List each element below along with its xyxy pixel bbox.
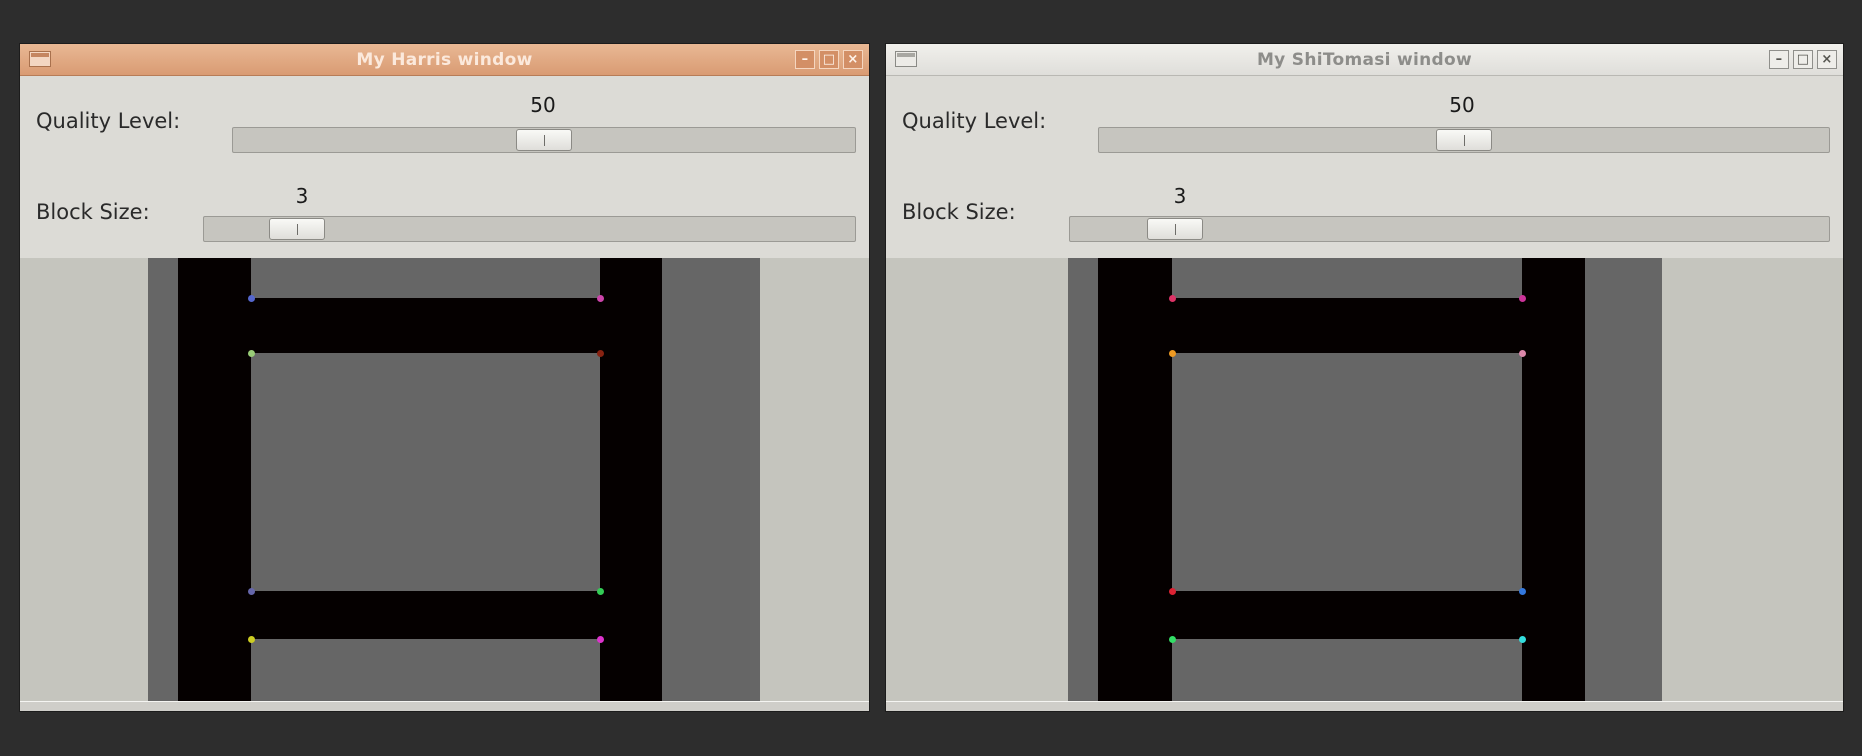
corner-point [1169, 350, 1176, 357]
quality-level-thumb[interactable] [516, 129, 572, 151]
window-title: My ShiTomasi window [1256, 49, 1473, 70]
window-title: My Harris window [356, 49, 533, 70]
block-size-slider[interactable] [1069, 216, 1830, 242]
corner-point [1169, 636, 1176, 643]
corner-point [1519, 636, 1526, 643]
maximize-icon[interactable]: □ [819, 50, 839, 69]
image-middle-window [251, 353, 600, 591]
block-size-label: Block Size: [902, 200, 1016, 224]
corner-point [1169, 588, 1176, 595]
close-icon[interactable]: × [843, 50, 863, 69]
corner-point [597, 295, 604, 302]
quality-level-label: Quality Level: [36, 109, 181, 133]
image-top-window [1172, 258, 1522, 298]
corner-point [1519, 350, 1526, 357]
block-size-thumb[interactable] [269, 218, 325, 240]
image-bottom-window [251, 639, 600, 702]
corner-point [1519, 295, 1526, 302]
image-middle-window [1172, 353, 1522, 591]
block-size-slider[interactable] [203, 216, 856, 242]
corner-point [597, 588, 604, 595]
harris-titlebar[interactable]: My Harris window – □ × [20, 44, 869, 76]
window-menu-icon[interactable] [29, 51, 51, 67]
quality-level-thumb[interactable] [1436, 129, 1492, 151]
quality-level-value: 50 [1449, 93, 1475, 117]
statusbar [20, 701, 869, 711]
corner-point [248, 295, 255, 302]
quality-level-value: 50 [530, 93, 556, 117]
image-top-window [251, 258, 600, 298]
block-size-value: 3 [1173, 184, 1187, 208]
shitomasi-titlebar[interactable]: My ShiTomasi window – □ × [886, 44, 1843, 76]
maximize-icon[interactable]: □ [1793, 50, 1813, 69]
corner-point [597, 350, 604, 357]
corner-point [1519, 588, 1526, 595]
quality-level-slider[interactable] [232, 127, 856, 153]
minimize-icon[interactable]: – [1769, 50, 1789, 69]
minimize-icon[interactable]: – [795, 50, 815, 69]
corner-point [248, 588, 255, 595]
corner-point [248, 636, 255, 643]
close-icon[interactable]: × [1817, 50, 1837, 69]
corner-point [1169, 295, 1176, 302]
block-size-thumb[interactable] [1147, 218, 1203, 240]
statusbar [886, 701, 1843, 711]
corner-point [597, 636, 604, 643]
harris-image [20, 258, 869, 702]
block-size-label: Block Size: [36, 200, 150, 224]
shitomasi-window: My ShiTomasi window – □ × Quality Level:… [886, 44, 1843, 711]
harris-window: My Harris window – □ × Quality Level: 50… [20, 44, 869, 711]
shitomasi-image [886, 258, 1843, 702]
quality-level-label: Quality Level: [902, 109, 1047, 133]
corner-point [248, 350, 255, 357]
quality-level-slider[interactable] [1098, 127, 1830, 153]
block-size-value: 3 [295, 184, 309, 208]
window-menu-icon[interactable] [895, 51, 917, 67]
image-bottom-window [1172, 639, 1522, 702]
